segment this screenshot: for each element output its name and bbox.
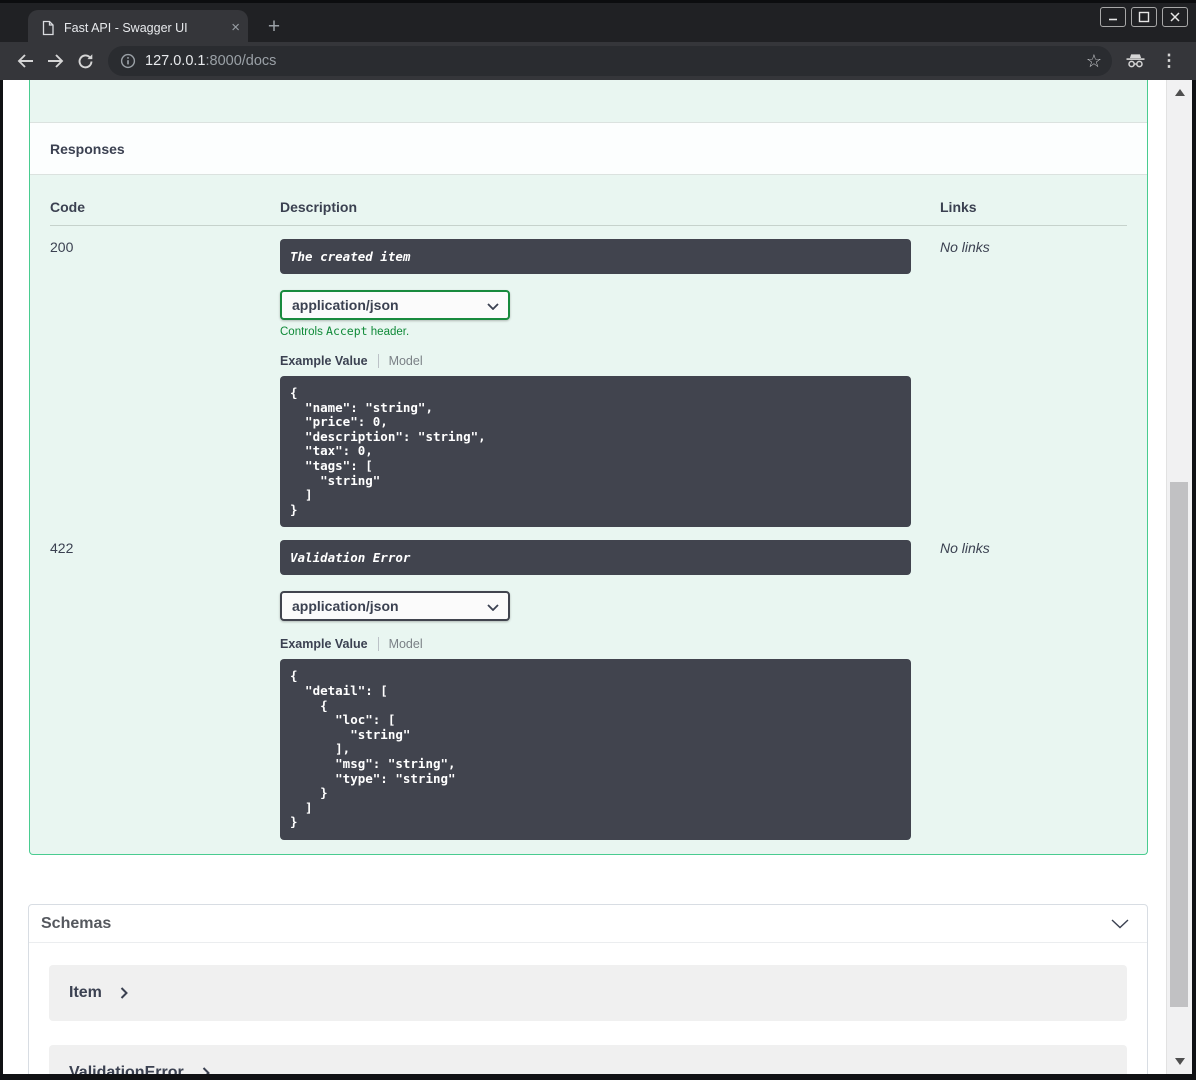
page-favicon-icon [42,20,54,35]
response-description-cell: The created item application/json Contro… [280,239,940,528]
schema-name: ValidationError [69,1064,184,1074]
response-row-200: 200 The created item application/json Co… [50,226,1127,528]
accept-note-code: Accept [326,324,368,338]
media-type-value: application/json [292,598,399,615]
new-tab-button[interactable]: + [260,13,288,41]
profile-incognito-button[interactable] [1118,46,1152,76]
opblock-post-responses: Responses Code Description Links 200 The… [29,80,1148,855]
page-content: Responses Code Description Links 200 The… [3,80,1166,1074]
tab-model[interactable]: Model [389,637,423,651]
response-code: 200 [50,239,74,255]
scrollbar-down-arrow[interactable] [1175,1058,1185,1065]
tab-title: Fast API - Swagger UI [64,20,188,35]
media-type-select-200[interactable]: application/json [280,290,510,320]
example-json-422: { "detail": [ { "loc": [ "string" ], "ms… [290,668,456,830]
forward-button[interactable] [40,46,70,76]
bookmark-star-icon[interactable]: ☆ [1086,52,1102,70]
maximize-icon [1138,11,1150,23]
chevron-down-icon [487,303,499,310]
tab-example-value[interactable]: Example Value [280,354,368,368]
accept-note-prefix: Controls [280,326,327,338]
scrollbar-thumb[interactable] [1170,482,1188,1007]
reload-icon [78,53,92,68]
close-button[interactable] [1162,7,1188,27]
responses-section-header: Responses [30,122,1147,175]
accept-note-suffix: header. [367,326,410,338]
col-header-code: Code [50,199,85,215]
tab-separator [377,637,379,652]
site-info-icon[interactable] [120,53,136,69]
chevron-right-icon [202,1067,210,1074]
response-code: 422 [50,540,74,557]
schemas-header[interactable]: Schemas [29,905,1147,943]
schema-name: Item [69,984,102,1001]
opblock-spacer [30,80,1147,122]
tab-example-value[interactable]: Example Value [280,637,368,651]
responses-table: Code Description Links 200 The created i… [30,175,1147,840]
schemas-section: Schemas Item ValidationError [28,904,1148,1074]
links-cell: No links [940,540,990,557]
incognito-icon [1126,54,1144,68]
tab-strip: Fast API - Swagger UI × + [0,0,1196,45]
reload-button[interactable] [70,46,100,76]
response-row-422: 422 Validation Error application/json Ex… [50,527,1127,840]
menu-dots-icon: ⋮ [1160,51,1178,70]
tab-separator [377,354,379,368]
col-header-description: Description [280,199,358,215]
chevron-down-icon[interactable] [1111,918,1129,929]
links-cell: No links [940,239,990,255]
example-model-tabs: Example Value Model [280,637,940,652]
scrollbar-up-arrow[interactable] [1175,89,1185,96]
chevron-right-icon [120,987,128,999]
url-text[interactable]: 127.0.0.1:8000/docs [145,53,1077,69]
browser-toolbar: 127.0.0.1:8000/docs ☆ ⋮ [0,42,1196,80]
example-json-block-200: { "name": "string", "price": 0, "descrip… [280,376,911,528]
schemas-title: Schemas [41,914,112,932]
back-button[interactable] [10,46,40,76]
chevron-down-icon [487,604,499,612]
url-host: 127.0.0.1 [145,53,206,69]
media-type-value: application/json [292,297,399,313]
browser-window: Fast API - Swagger UI × + 127.0.0.1:8000… [0,0,1196,1080]
maximize-button[interactable] [1131,7,1157,27]
back-arrow-icon [17,54,33,68]
minimize-icon [1109,18,1117,21]
schema-item-card[interactable]: Item [49,965,1127,1021]
response-description-cell: Validation Error application/json Exampl… [280,540,940,840]
schema-validationerror-card[interactable]: ValidationError [49,1045,1127,1074]
address-bar[interactable]: 127.0.0.1:8000/docs ☆ [108,46,1112,76]
example-json-200: { "name": "string", "price": 0, "descrip… [290,385,486,517]
tab-model[interactable]: Model [389,354,423,368]
responses-title: Responses [50,140,125,157]
browser-menu-button[interactable]: ⋮ [1152,46,1186,76]
tab-close-icon[interactable]: × [231,20,240,35]
col-header-links: Links [940,199,977,215]
accept-header-note: Controls Accept header. [280,324,940,338]
response-description-box: The created item [280,239,911,274]
browser-tab[interactable]: Fast API - Swagger UI × [28,10,248,45]
example-model-tabs: Example Value Model [280,354,940,368]
url-path: :8000/docs [205,53,277,69]
close-icon [1170,12,1180,22]
vertical-scrollbar[interactable] [1166,80,1192,1074]
minimize-button[interactable] [1100,7,1126,27]
media-type-select-422[interactable]: application/json [280,591,510,622]
example-json-block-422: { "detail": [ { "loc": [ "string" ], "ms… [280,659,911,840]
window-controls [1100,7,1188,27]
forward-arrow-icon [47,54,63,68]
response-description-box: Validation Error [280,540,911,576]
responses-table-header: Code Description Links [50,175,1127,226]
